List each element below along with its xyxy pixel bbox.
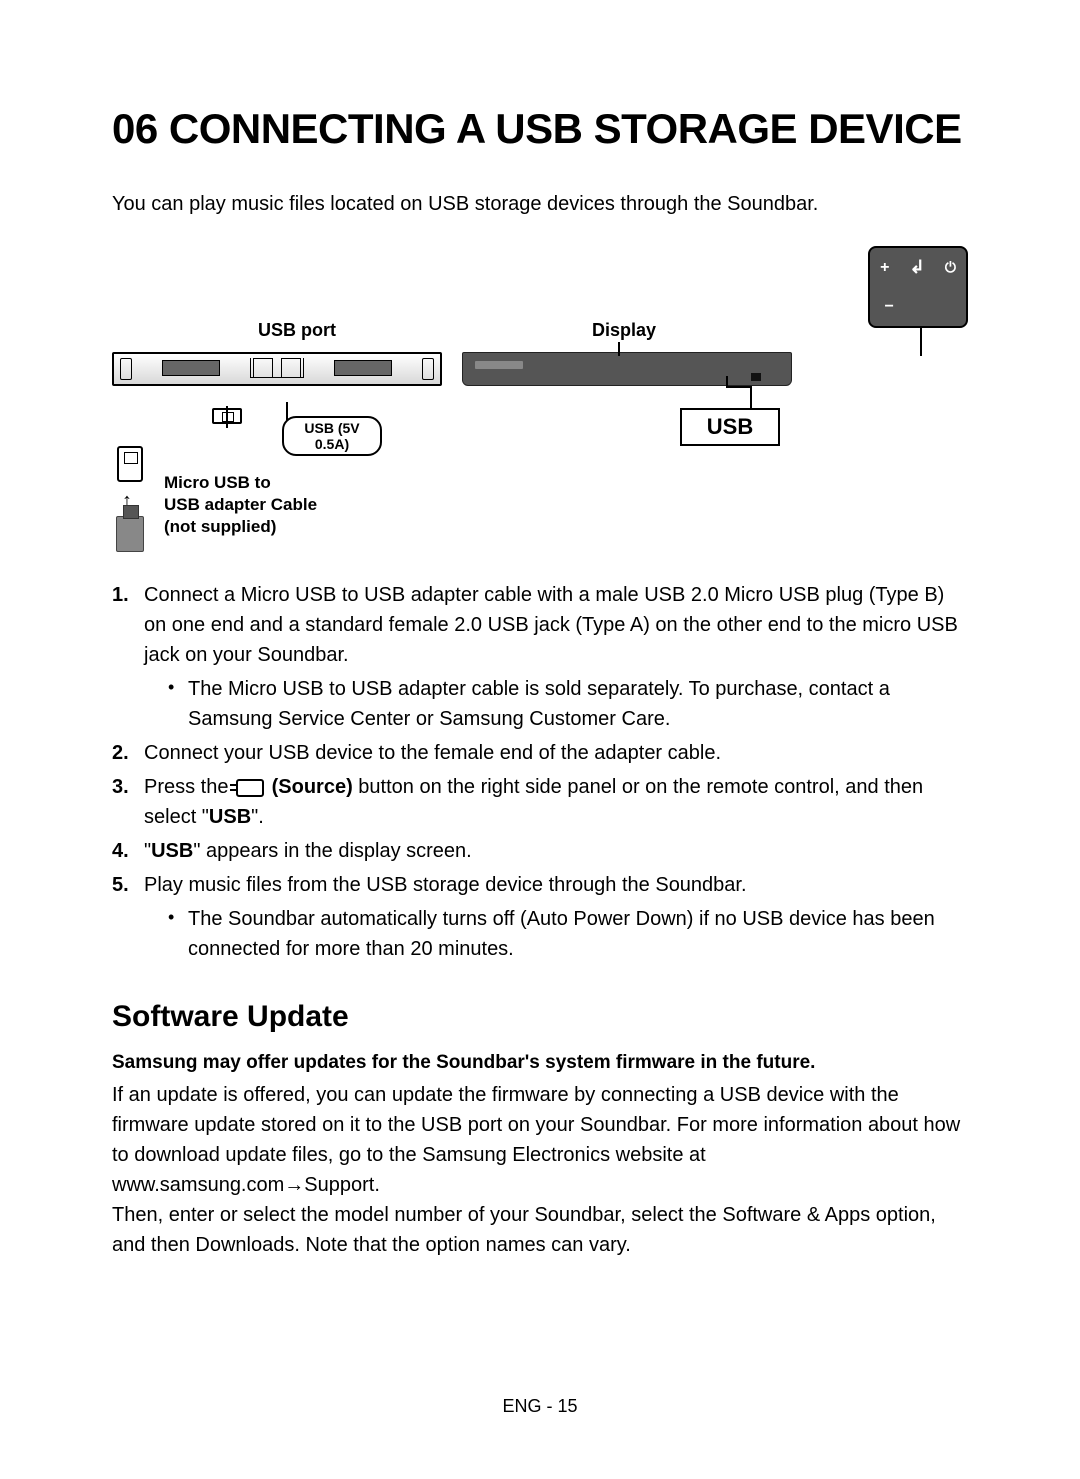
- micro-label-line1: Micro USB to: [164, 473, 271, 492]
- step-5-note: The Soundbar automatically turns off (Au…: [168, 904, 968, 964]
- micro-label-line2: USB adapter Cable: [164, 495, 317, 514]
- soundbar-front-illustration: [462, 352, 792, 386]
- micro-usb-cable-label: Micro USB to USB adapter Cable (not supp…: [164, 472, 317, 538]
- step-4-usb: USB: [151, 840, 193, 862]
- intro-text: You can play music files located on USB …: [112, 193, 968, 216]
- source-button-icon: [236, 779, 264, 797]
- software-update-heading: Software Update: [112, 1000, 968, 1034]
- step-1-note: The Micro USB to USB adapter cable is so…: [168, 674, 968, 734]
- connection-diagram: USB port Display USB (5V 0.5A) ↑ Micro U…: [112, 246, 968, 556]
- step-5: Play music files from the USB storage de…: [112, 870, 968, 964]
- plus-icon: +: [880, 259, 889, 277]
- software-update-bold: Samsung may offer updates for the Soundb…: [112, 1052, 968, 1074]
- usb-port-label: USB port: [258, 320, 336, 341]
- step-3-pre: Press the: [144, 776, 234, 798]
- brand-mark: [475, 361, 523, 369]
- page-footer: ENG - 15: [0, 1396, 1080, 1417]
- source-icon: ↲: [910, 257, 925, 278]
- callout-line: [618, 342, 620, 356]
- software-update-para1: If an update is offered, you can update …: [112, 1080, 968, 1200]
- soundbar-rear-illustration: [112, 352, 442, 386]
- callout-line: [726, 386, 752, 388]
- page-title: 06 CONNECTING A USB STORAGE DEVICE: [112, 105, 968, 153]
- step-1-text: Connect a Micro USB to USB adapter cable…: [144, 584, 958, 666]
- step-2: Connect your USB device to the female en…: [112, 738, 968, 768]
- step-5-text: Play music files from the USB storage de…: [144, 874, 747, 896]
- display-window: [751, 373, 761, 381]
- cable-line: [226, 406, 228, 428]
- software-update-para2: Then, enter or select the model number o…: [112, 1200, 968, 1260]
- step-3-source: (Source): [266, 776, 353, 798]
- step-4-post: " appears in the display screen.: [193, 840, 471, 862]
- step-3-end: ".: [251, 806, 264, 828]
- side-control-panel: + ↲ ⏻ −: [868, 246, 968, 328]
- usb-5v-label: USB (5V 0.5A): [282, 416, 382, 456]
- micro-label-line3: (not supplied): [164, 517, 276, 536]
- display-label: Display: [592, 320, 656, 341]
- callout-line: [920, 328, 922, 356]
- usb-display-box: USB: [680, 408, 780, 446]
- step-1: Connect a Micro USB to USB adapter cable…: [112, 580, 968, 734]
- step-4: "USB" appears in the display screen.: [112, 836, 968, 866]
- instruction-list: Connect a Micro USB to USB adapter cable…: [112, 580, 968, 964]
- step-3-usb: USB: [209, 806, 251, 828]
- power-icon: ⏻: [945, 259, 956, 276]
- minus-icon: −: [884, 298, 893, 316]
- step-3: Press the (Source) button on the right s…: [112, 772, 968, 832]
- usb-a-icon: [117, 446, 143, 482]
- callout-line: [726, 376, 728, 388]
- usb-stick-icon: [116, 516, 144, 552]
